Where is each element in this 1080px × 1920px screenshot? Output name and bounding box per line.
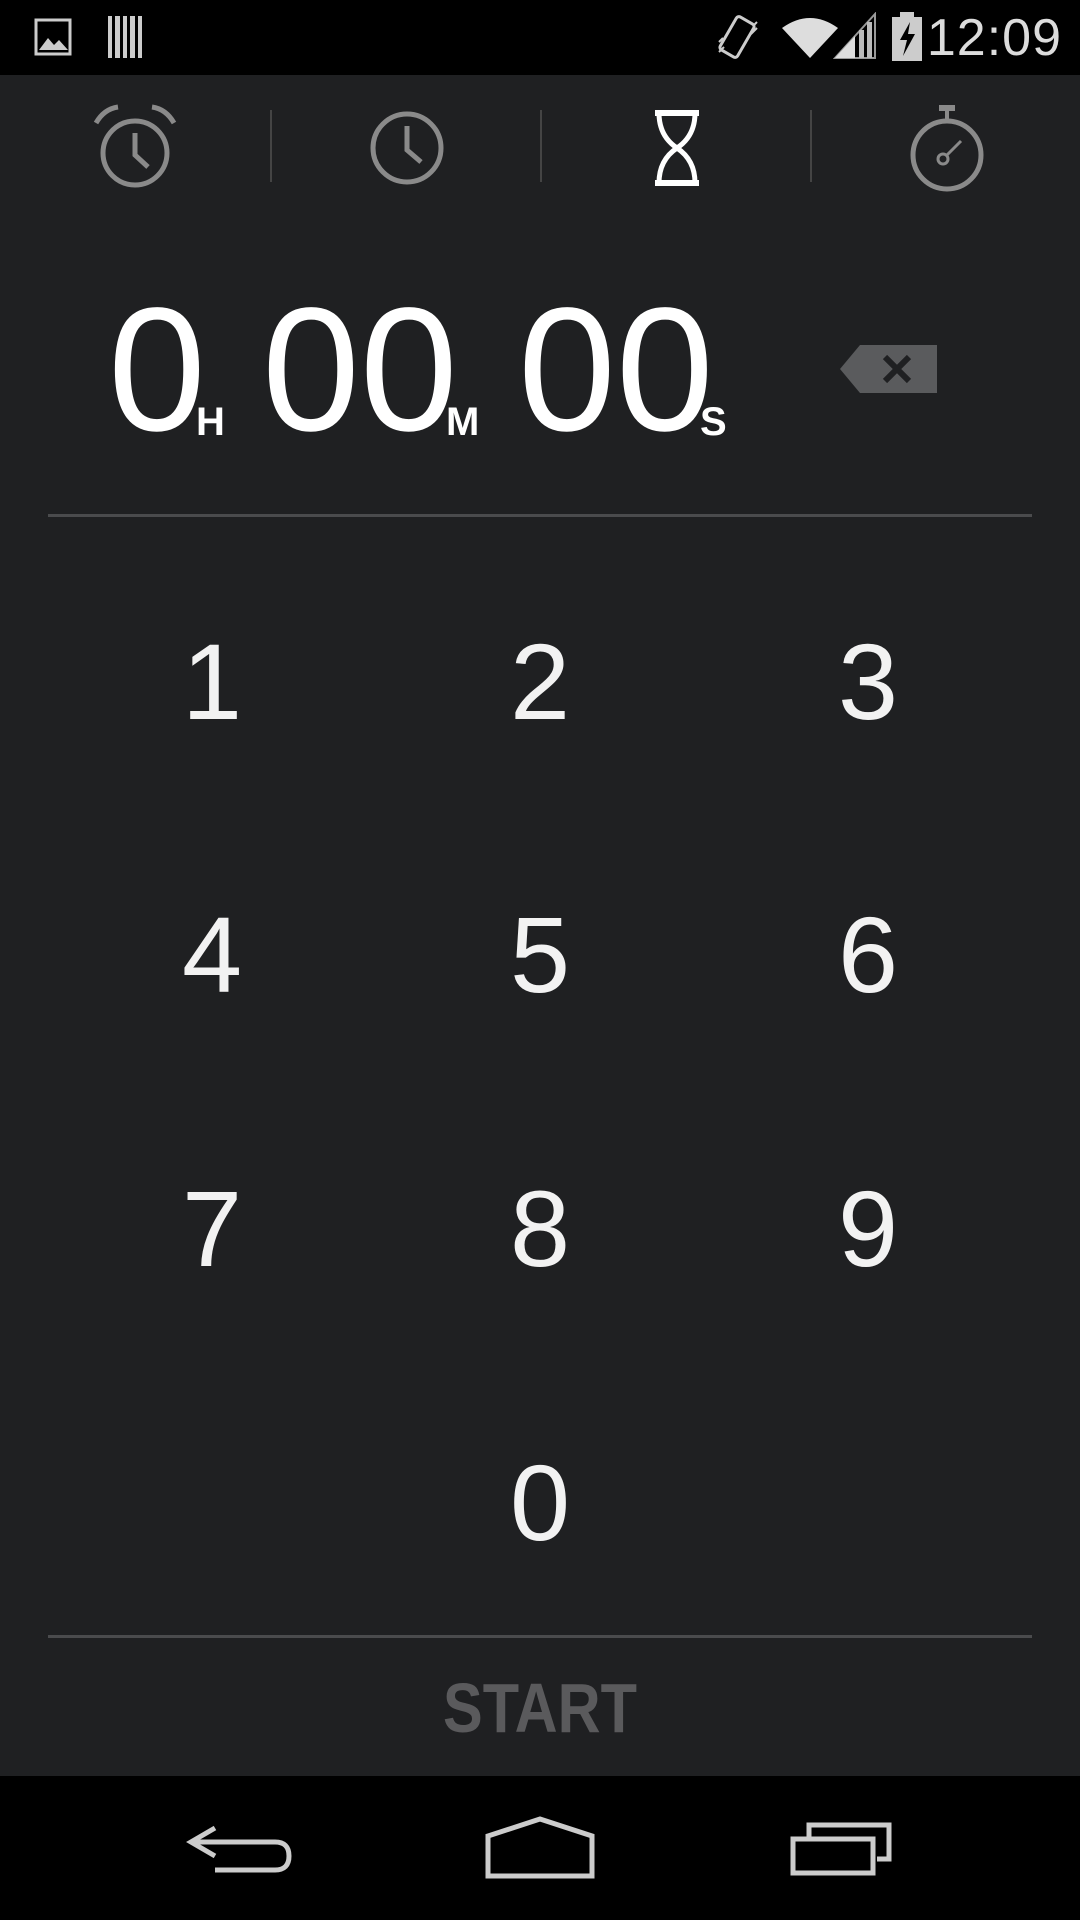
tab-alarm[interactable] xyxy=(0,75,270,220)
seconds-value: 00 xyxy=(518,272,714,468)
key-2[interactable]: 2 xyxy=(376,545,704,817)
key-0[interactable]: 0 xyxy=(376,1366,704,1638)
tab-stopwatch[interactable] xyxy=(812,75,1080,220)
tab-timer[interactable] xyxy=(542,75,812,220)
minutes-value: 00 xyxy=(262,272,458,468)
signal-icon xyxy=(833,12,876,59)
back-icon xyxy=(186,1825,292,1873)
alarm-clock-icon xyxy=(93,104,177,187)
clock-icon xyxy=(370,111,444,184)
key-7[interactable]: 7 xyxy=(48,1092,376,1364)
seconds-unit: S xyxy=(700,400,727,444)
status-bar: 12:09 xyxy=(0,0,1080,75)
barcode-icon xyxy=(108,16,142,58)
display-divider xyxy=(48,514,1032,517)
key-5[interactable]: 5 xyxy=(376,818,704,1090)
wifi-icon xyxy=(782,18,838,58)
key-3[interactable]: 3 xyxy=(704,545,1032,817)
key-6[interactable]: 6 xyxy=(704,818,1032,1090)
tab-clock[interactable] xyxy=(272,75,542,220)
tab-bar xyxy=(0,75,1080,220)
status-time: 12:09 xyxy=(926,9,1062,67)
gallery-icon xyxy=(34,18,72,56)
home-button[interactable] xyxy=(440,1776,640,1920)
home-icon xyxy=(485,1816,595,1879)
recents-button[interactable] xyxy=(742,1776,942,1920)
battery-charging-icon xyxy=(892,12,922,61)
keypad-divider xyxy=(48,1635,1032,1638)
key-8[interactable]: 8 xyxy=(376,1092,704,1364)
minutes-unit: M xyxy=(446,400,480,444)
key-1[interactable]: 1 xyxy=(48,545,376,817)
back-button[interactable] xyxy=(140,1776,340,1920)
vibrate-icon xyxy=(718,15,758,59)
hours-unit: H xyxy=(196,400,225,444)
hourglass-icon xyxy=(655,109,699,186)
key-4[interactable]: 4 xyxy=(48,818,376,1090)
start-button[interactable]: START xyxy=(81,1640,999,1775)
stopwatch-icon xyxy=(910,104,984,191)
navigation-bar xyxy=(0,1776,1080,1920)
key-9[interactable]: 9 xyxy=(704,1092,1032,1364)
hours-value: 0 xyxy=(108,272,206,468)
backspace-icon[interactable] xyxy=(840,343,940,395)
recents-icon xyxy=(790,1822,892,1876)
